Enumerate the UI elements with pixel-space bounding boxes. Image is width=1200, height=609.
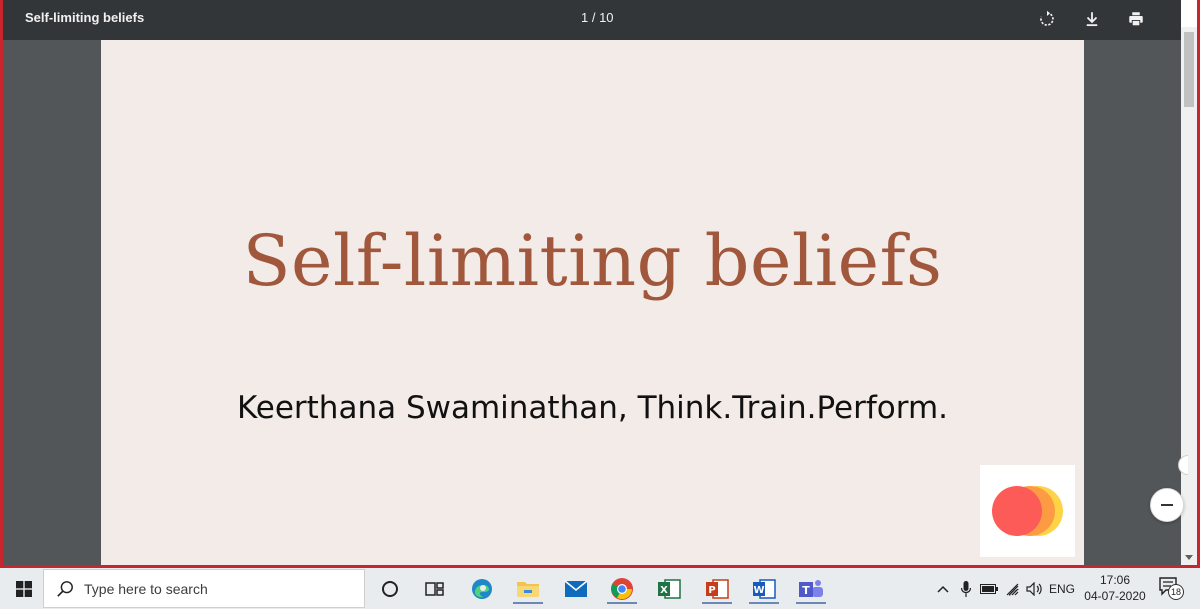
active-indicator: [796, 602, 826, 604]
excel-icon[interactable]: X: [654, 574, 684, 604]
chrome-icon[interactable]: [607, 574, 637, 604]
volume-button[interactable]: [1025, 568, 1045, 609]
word-icon[interactable]: W: [749, 574, 779, 604]
taskbar-search-box[interactable]: [43, 569, 365, 608]
pdf-toolbar: Self-limiting beliefs 1 / 10: [3, 0, 1181, 40]
page-indicator[interactable]: 1 / 10: [581, 10, 614, 25]
clock-time: 17:06: [1099, 573, 1131, 587]
logo-box: [980, 465, 1075, 557]
windows-logo-icon: [16, 580, 32, 597]
slide-title: Self-limiting beliefs: [242, 220, 943, 302]
svg-text:X: X: [660, 585, 668, 596]
speaker-icon: [1026, 581, 1042, 596]
language-indicator: ENG: [1048, 581, 1075, 596]
rotate-button[interactable]: [1036, 8, 1058, 30]
chevron-up-icon: [937, 585, 949, 593]
task-view-icon[interactable]: [420, 574, 450, 604]
cortana-icon[interactable]: [375, 574, 405, 604]
download-button[interactable]: [1081, 8, 1103, 30]
active-indicator: [513, 602, 543, 604]
show-hidden-icons-button[interactable]: [933, 568, 953, 609]
battery-icon: [980, 583, 998, 594]
print-button[interactable]: [1125, 8, 1147, 30]
microphone-button[interactable]: [957, 568, 975, 609]
mail-icon[interactable]: [561, 574, 591, 604]
wifi-button[interactable]: [1003, 568, 1023, 609]
overlapping-circles-logo-icon: [992, 486, 1063, 536]
print-icon: [1129, 12, 1143, 27]
pdf-page: Self-limiting beliefs Keerthana Swaminat…: [101, 40, 1084, 565]
vertical-scrollbar[interactable]: [1181, 27, 1197, 565]
taskbar-clock[interactable]: 17:06 04-07-2020: [1080, 572, 1150, 604]
download-icon: [1086, 12, 1098, 27]
file-explorer-icon[interactable]: [513, 574, 543, 604]
svg-text:W: W: [753, 585, 764, 596]
input-language-button[interactable]: ENG: [1048, 568, 1076, 609]
minus-icon: [1161, 504, 1173, 506]
wifi-icon: [1006, 583, 1019, 596]
search-icon: [57, 580, 73, 597]
scroll-thumb[interactable]: [1184, 32, 1194, 107]
action-center-button[interactable]: 18: [1158, 576, 1184, 602]
powerpoint-icon[interactable]: P: [702, 574, 732, 604]
active-indicator: [749, 602, 779, 604]
edge-icon[interactable]: [467, 574, 497, 604]
windows-taskbar: X P W T: [0, 568, 1200, 609]
slide-subtitle: Keerthana Swaminathan, Think.Train.Perfo…: [236, 390, 949, 426]
search-input[interactable]: [84, 580, 344, 597]
active-indicator: [607, 602, 637, 604]
browser-window: Self-limiting beliefs 1 / 10 Self-limiti…: [0, 0, 1200, 568]
pdf-title: Self-limiting beliefs: [25, 10, 145, 25]
svg-text:P: P: [708, 585, 715, 596]
active-indicator: [702, 602, 732, 604]
battery-button[interactable]: [979, 568, 999, 609]
notification-count-badge: 18: [1168, 584, 1184, 600]
rotate-icon: [1040, 10, 1054, 26]
clock-date: 04-07-2020: [1084, 589, 1146, 603]
zoom-out-button[interactable]: [1150, 488, 1184, 522]
start-button[interactable]: [8, 568, 40, 609]
microphone-icon: [961, 580, 971, 597]
scroll-down-arrow-icon[interactable]: [1181, 551, 1197, 565]
teams-icon[interactable]: T: [796, 574, 826, 604]
svg-text:T: T: [802, 584, 810, 597]
